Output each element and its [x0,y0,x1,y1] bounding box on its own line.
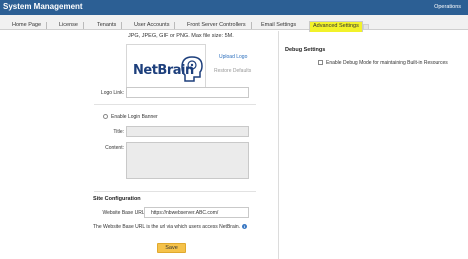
tab-bar: Home Page License Tenants User Accounts … [0,15,468,30]
tab-home-page[interactable]: Home Page [12,22,48,30]
website-base-url-label: Website Base URL: [102,210,146,216]
title-label: Title: [113,129,124,135]
operations-link[interactable]: Operations [434,4,461,10]
enable-debug-mode-label: Enable Debug Mode for maintaining Built-… [326,60,448,66]
website-base-url-input[interactable]: https://nbwebserver.ABC.com/ [144,207,249,218]
advanced-settings-left-panel: JPG, JPEG, GIF or PNG. Max file size: 5M… [4,31,279,259]
info-icon[interactable]: i [242,224,247,229]
tab-tenants[interactable]: Tenants [97,22,123,30]
save-button[interactable]: Save [157,243,186,253]
logo-preview: NetBrain [126,44,206,93]
tab-overflow-icon[interactable] [363,24,369,30]
advanced-settings-right-panel: Debug Settings Enable Debug Mode for mai… [281,31,468,259]
enable-debug-mode-checkbox[interactable] [318,60,323,65]
upload-logo-link[interactable]: Upload Logo [219,54,247,60]
tab-license[interactable]: License [59,22,84,30]
site-configuration-heading: Site Configuration [93,196,141,202]
divider-logo [94,104,256,105]
title-bar: System Management Operations [0,0,468,15]
file-format-note: JPG, JPEG, GIF or PNG. Max file size: 5M… [128,33,234,39]
enable-login-banner-label: Enable Login Banner [111,114,158,120]
banner-title-input[interactable] [126,126,249,137]
restore-defaults-link[interactable]: Restore Defaults [214,68,251,74]
tab-front-server-controllers[interactable]: Front Server Controllers [187,22,252,30]
netbrain-head-icon [181,56,203,82]
content-label: Content: [105,145,124,151]
tab-user-accounts[interactable]: User Accounts [134,22,176,30]
enable-login-banner-checkbox[interactable] [103,114,108,119]
page-title: System Management [3,2,83,11]
logo-link-label: Logo Link: [100,90,124,96]
website-base-url-description: The Website Base URL is the url via whic… [93,224,241,230]
debug-settings-heading: Debug Settings [285,47,326,53]
banner-content-textarea[interactable] [126,142,249,179]
logo-link-input[interactable] [126,87,249,98]
tab-email-settings[interactable]: Email Settings [261,22,296,30]
website-base-url-value: https://nbwebserver.ABC.com/ [151,210,219,216]
divider-banner [94,191,256,192]
